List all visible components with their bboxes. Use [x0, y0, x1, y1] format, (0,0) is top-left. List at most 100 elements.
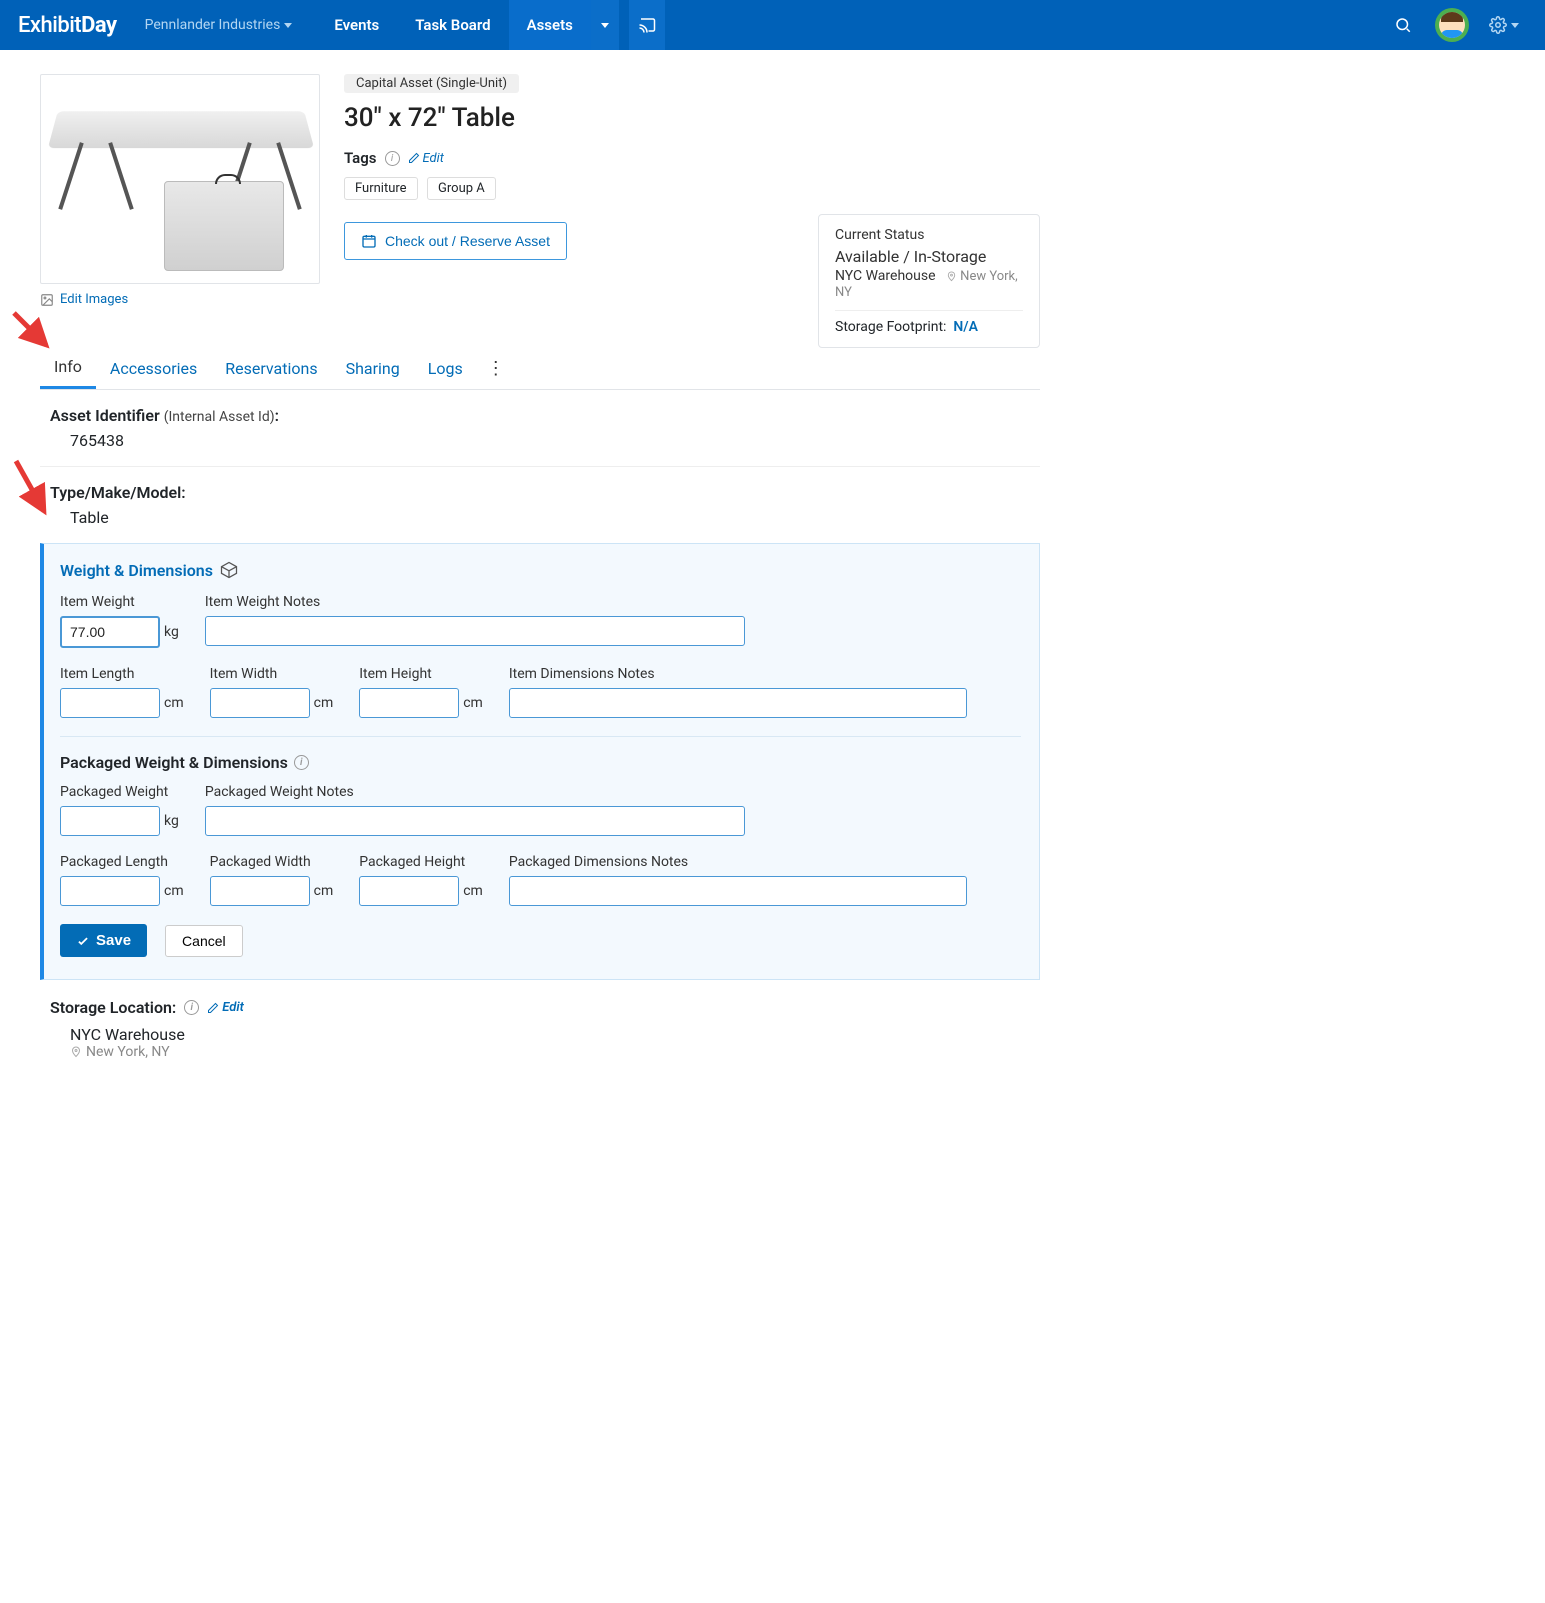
row-pkg-weight: Packaged Weight kg Packaged Weight Notes — [60, 784, 1021, 836]
search-button[interactable] — [1383, 16, 1423, 34]
unit-cm: cm — [463, 883, 483, 899]
check-icon — [76, 934, 90, 948]
input-item-weight-notes[interactable] — [205, 616, 745, 646]
section-storage: Storage Location: i Edit NYC Warehouse N… — [40, 980, 1040, 1078]
meta-column: Capital Asset (Single-Unit) 30" x 72" Ta… — [344, 74, 1040, 260]
input-pkg-height[interactable] — [359, 876, 459, 906]
field-item-weight: Item Weight kg — [60, 594, 179, 648]
image-column: Edit Images — [40, 74, 320, 307]
storage-footprint-row: Storage Footprint: N/A — [835, 319, 1023, 335]
row-item-weight: Item Weight kg Item Weight Notes — [60, 594, 1021, 648]
calendar-icon — [361, 233, 377, 249]
tabs-wrap: Info Accessories Reservations Sharing Lo… — [40, 347, 1040, 390]
storage-value: NYC Warehouse — [50, 1025, 1030, 1044]
tab-more-menu[interactable]: ⋮ — [477, 358, 515, 379]
tags-label: Tags — [344, 149, 377, 167]
workspace-selector[interactable]: Pennlander Industries — [145, 17, 293, 33]
edit-images-link[interactable]: Edit Images — [40, 292, 320, 307]
input-pkg-weight-notes[interactable] — [205, 806, 745, 836]
nav-events[interactable]: Events — [316, 0, 397, 50]
storage-header: Storage Location: i Edit — [50, 998, 1030, 1017]
pencil-icon — [207, 1002, 219, 1014]
status-label: Current Status — [835, 227, 1023, 243]
status-value: Available / In-Storage — [835, 247, 1023, 266]
input-item-weight[interactable] — [60, 616, 160, 648]
info-icon[interactable]: i — [385, 151, 400, 166]
unit-cm: cm — [164, 695, 184, 711]
tag[interactable]: Group A — [427, 177, 496, 200]
type-value: Table — [50, 508, 1030, 527]
caret-down-icon — [284, 23, 292, 28]
checkout-reserve-button[interactable]: Check out / Reserve Asset — [344, 222, 567, 260]
tag[interactable]: Furniture — [344, 177, 418, 200]
input-pkg-width[interactable] — [210, 876, 310, 906]
field-pkg-weight: Packaged Weight kg — [60, 784, 179, 836]
field-item-height: Item Height cm — [359, 666, 483, 718]
avatar-face — [1439, 12, 1465, 38]
input-item-dim-notes[interactable] — [509, 688, 967, 718]
weight-dimensions-panel: Weight & Dimensions Item Weight kg Item … — [40, 543, 1040, 980]
input-pkg-dim-notes[interactable] — [509, 876, 967, 906]
status-location: NYC Warehouse New York, NY — [835, 268, 1023, 300]
nav-cast-button[interactable] — [629, 0, 665, 50]
footprint-link[interactable]: N/A — [953, 319, 978, 335]
field-pkg-weight-notes: Packaged Weight Notes — [205, 784, 745, 836]
edit-images-label: Edit Images — [60, 292, 128, 307]
box-dimensions-icon — [219, 560, 239, 580]
unit-kg: kg — [164, 624, 179, 640]
tab-reservations[interactable]: Reservations — [211, 349, 331, 388]
tab-sharing[interactable]: Sharing — [332, 349, 414, 388]
search-icon — [1394, 16, 1412, 34]
input-item-width[interactable] — [210, 688, 310, 718]
asset-image[interactable] — [40, 74, 320, 284]
field-item-weight-notes: Item Weight Notes — [205, 594, 745, 648]
cancel-button[interactable]: Cancel — [165, 925, 243, 957]
input-pkg-length[interactable] — [60, 876, 160, 906]
pin-icon — [70, 1046, 82, 1058]
asset-type-badge: Capital Asset (Single-Unit) — [344, 74, 519, 93]
tab-logs[interactable]: Logs — [414, 349, 477, 388]
info-icon[interactable]: i — [294, 755, 309, 770]
unit-cm: cm — [164, 883, 184, 899]
input-item-length[interactable] — [60, 688, 160, 718]
image-icon — [40, 293, 54, 307]
type-label: Type/Make/Model: — [50, 483, 1030, 502]
tabs: Info Accessories Reservations Sharing Lo… — [40, 347, 1040, 390]
field-item-dim-notes: Item Dimensions Notes — [509, 666, 967, 718]
annotation-arrow — [10, 309, 56, 355]
asset-title: 30" x 72" Table — [344, 103, 1040, 133]
input-item-height[interactable] — [359, 688, 459, 718]
gear-icon — [1489, 16, 1507, 34]
caret-down-icon — [601, 23, 609, 28]
identifier-value: 765438 — [50, 431, 1030, 450]
settings-menu[interactable] — [1481, 16, 1527, 34]
nav-assets[interactable]: Assets — [509, 0, 591, 50]
nav-items: Events Task Board Assets — [316, 0, 665, 50]
status-box: Current Status Available / In-Storage NY… — [818, 214, 1040, 348]
save-button[interactable]: Save — [60, 924, 147, 957]
nav-assets-dropdown[interactable] — [591, 0, 619, 50]
asset-header: Edit Images Capital Asset (Single-Unit) … — [40, 74, 1040, 307]
user-avatar[interactable] — [1435, 8, 1469, 42]
top-nav: ExhibitDay Pennlander Industries Events … — [0, 0, 1545, 50]
field-pkg-height: Packaged Height cm — [359, 854, 483, 906]
logo[interactable]: ExhibitDay — [18, 13, 117, 38]
storage-edit-link[interactable]: Edit — [207, 1000, 244, 1015]
cast-icon — [638, 16, 656, 34]
tags-list: Furniture Group A — [344, 177, 1040, 200]
tags-edit-link[interactable]: Edit — [408, 151, 444, 166]
field-item-length: Item Length cm — [60, 666, 184, 718]
identifier-label: Asset Identifier (Internal Asset Id): — [50, 406, 1030, 425]
annotation-arrow — [10, 457, 56, 523]
pin-icon — [946, 271, 957, 282]
tab-accessories[interactable]: Accessories — [96, 349, 211, 388]
unit-cm: cm — [463, 695, 483, 711]
info-icon[interactable]: i — [184, 1000, 199, 1015]
nav-task-board[interactable]: Task Board — [397, 0, 508, 50]
section-type: Type/Make/Model: Table — [40, 467, 1040, 543]
wd-title: Weight & Dimensions — [60, 560, 1021, 580]
pencil-icon — [408, 152, 420, 164]
unit-cm: cm — [314, 883, 334, 899]
input-pkg-weight[interactable] — [60, 806, 160, 836]
page-content: Edit Images Capital Asset (Single-Unit) … — [0, 50, 1080, 1102]
